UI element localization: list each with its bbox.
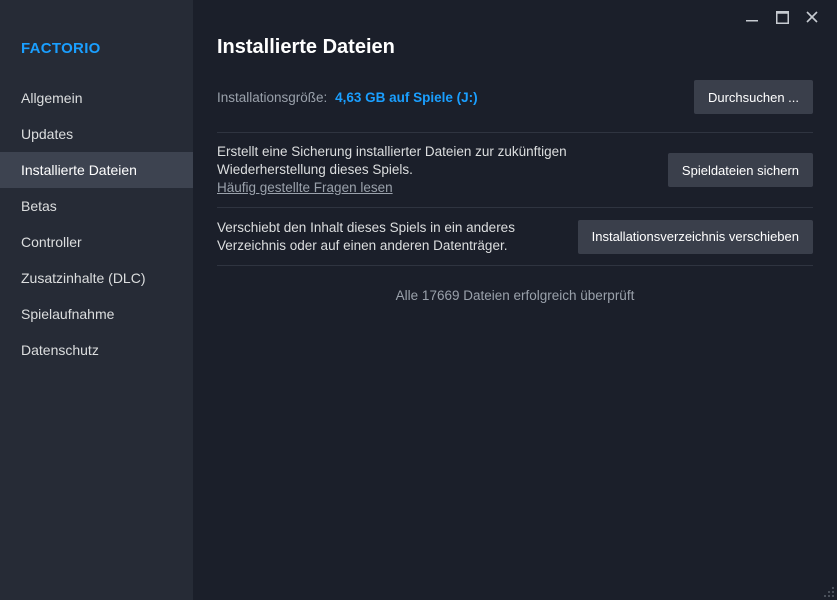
backup-description-line2: Wiederherstellung dieses Spiels. — [217, 162, 413, 177]
sidebar-item-betas[interactable]: Betas — [0, 188, 193, 224]
minimize-button[interactable] — [737, 8, 767, 26]
move-description-line2: Verzeichnis oder auf einen anderen Daten… — [217, 237, 508, 253]
main-panel: Installierte Dateien Installationsgröße:… — [193, 0, 837, 600]
sidebar-item-updates[interactable]: Updates — [0, 116, 193, 152]
backup-description-line1: Erstellt eine Sicherung installierter Da… — [217, 144, 567, 159]
maximize-icon — [775, 10, 789, 24]
sidebar-item-allgemein[interactable]: Allgemein — [0, 80, 193, 116]
page-title: Installierte Dateien — [217, 36, 395, 58]
sidebar-item-controller[interactable]: Controller — [0, 224, 193, 260]
verified-status: Alle 17669 Dateien erfolgreich überprüft — [395, 288, 635, 303]
install-size-label: Installationsgröße: — [217, 89, 328, 105]
content: Installierte Dateien Installationsgröße:… — [217, 34, 813, 303]
window-controls — [737, 8, 827, 26]
install-size-value: 4,63 GB auf Spiele (J:) — [335, 89, 478, 105]
move-description: Verschiebt den Inhalt dieses Spiels in e… — [217, 219, 515, 255]
move-description-line1: Verschiebt den Inhalt dieses Spiels in e… — [217, 219, 515, 235]
backup-description: Erstellt eine Sicherung installierter Da… — [217, 143, 567, 197]
sidebar-item-dlc[interactable]: Zusatzinhalte (DLC) — [0, 260, 193, 296]
maximize-button[interactable] — [767, 8, 797, 26]
close-button[interactable] — [797, 8, 827, 26]
sidebar: FACTORIO Allgemein Updates Installierte … — [0, 0, 193, 600]
divider — [217, 265, 813, 266]
faq-link[interactable]: Häufig gestellte Fragen lesen — [217, 179, 567, 197]
backup-game-files-button[interactable]: Spieldateien sichern — [667, 153, 813, 187]
move-row: Verschiebt den Inhalt dieses Spiels in e… — [217, 208, 813, 265]
game-title: FACTORIO — [21, 40, 101, 57]
move-install-folder-button[interactable]: Installationsverzeichnis verschieben — [577, 219, 813, 254]
backup-row: Erstellt eine Sicherung installierter Da… — [217, 133, 813, 207]
sidebar-item-datenschutz[interactable]: Datenschutz — [0, 332, 193, 368]
properties-window: FACTORIO Allgemein Updates Installierte … — [0, 0, 837, 600]
resize-grip-icon[interactable] — [823, 586, 835, 598]
sidebar-item-installierte-dateien[interactable]: Installierte Dateien — [0, 152, 193, 188]
install-size-info: Installationsgröße: 4,63 GB auf Spiele (… — [217, 90, 478, 105]
browse-button[interactable]: Durchsuchen ... — [693, 80, 813, 114]
install-size-row: Installationsgröße: 4,63 GB auf Spiele (… — [217, 80, 813, 114]
close-icon — [806, 11, 818, 23]
sidebar-nav: Allgemein Updates Installierte Dateien B… — [0, 80, 193, 368]
sidebar-item-spielaufnahme[interactable]: Spielaufnahme — [0, 296, 193, 332]
minimize-icon — [746, 20, 758, 22]
